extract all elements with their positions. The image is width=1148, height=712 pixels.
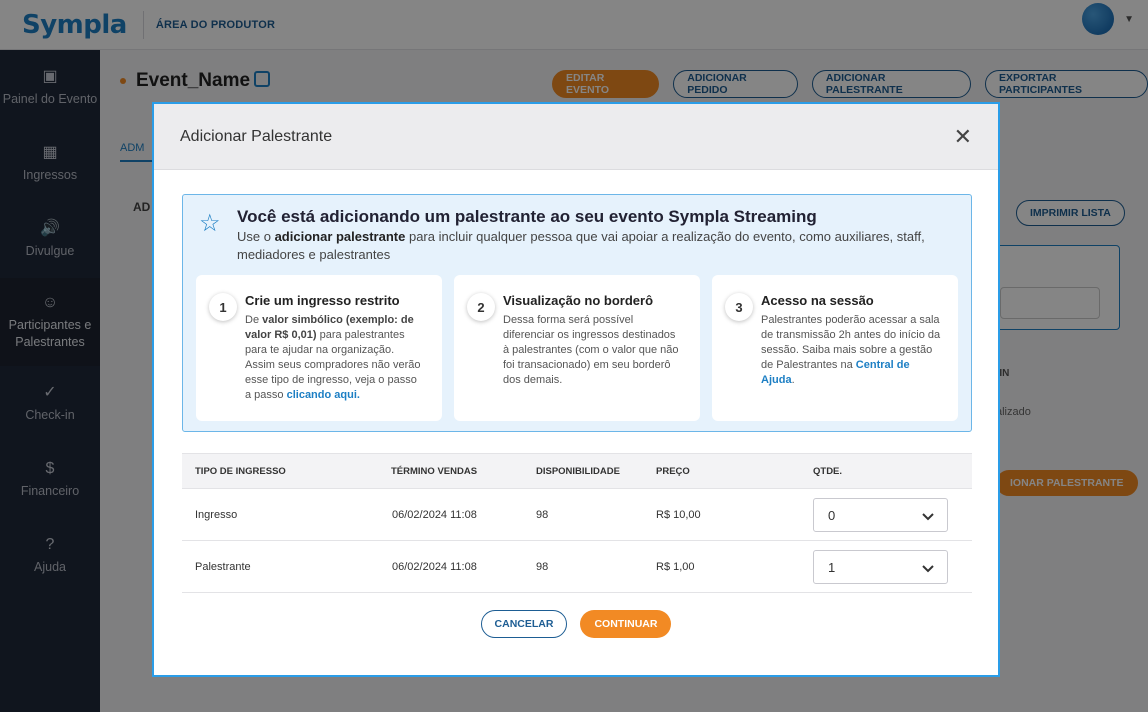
price: R$ 1,00 (656, 561, 695, 573)
step-card: 1 Crie um ingresso restrito De valor sim… (196, 275, 442, 421)
step-text: Dessa forma será possível diferenciar os… (503, 314, 679, 386)
step-title: Crie um ingresso restrito (245, 293, 400, 308)
quantity-value: 1 (828, 560, 836, 575)
modal-header: Adicionar Palestrante ✕ (154, 104, 998, 170)
column-header-qty: QTDE. (813, 466, 843, 477)
quantity-value: 0 (828, 508, 836, 523)
table-row: Ingresso 06/02/2024 11:08 98 R$ 10,00 0 (182, 489, 972, 541)
step-text: De valor simbólico (exemplo: de valor R$… (245, 313, 425, 403)
info-desc-text: Use o (237, 229, 275, 244)
quantity-select[interactable]: 0 (813, 498, 948, 532)
availability: 98 (536, 561, 549, 573)
step-title: Acesso na sessão (761, 293, 874, 308)
column-header-end: TÉRMINO VENDAS (391, 466, 478, 477)
column-header-price: PREÇO (656, 466, 690, 477)
continue-button[interactable]: CONTINUAR (580, 610, 672, 638)
step-text-part: . (791, 374, 795, 386)
step-text: Palestrantes poderão acessar a sala de t… (761, 313, 941, 388)
step-card: 2 Visualização no borderô Dessa forma se… (454, 275, 700, 421)
table-header: TIPO DE INGRESSO TÉRMINO VENDAS DISPONIB… (182, 453, 972, 489)
chevron-down-icon (922, 565, 934, 573)
availability: 98 (536, 509, 549, 521)
modal-actions: CANCELAR CONTINUAR (154, 610, 998, 638)
step-cards: 1 Crie um ingresso restrito De valor sim… (196, 275, 958, 421)
star-icon: ☆ (199, 210, 221, 237)
sales-end: 06/02/2024 11:08 (392, 509, 477, 521)
chevron-down-icon (922, 513, 934, 521)
tickets-table: TIPO DE INGRESSO TÉRMINO VENDAS DISPONIB… (182, 453, 972, 593)
step-text-part: Palestrantes poderão acessar a sala de t… (761, 314, 941, 371)
info-description: Use o adicionar palestrante para incluir… (237, 228, 947, 264)
modal-title: Adicionar Palestrante (180, 127, 333, 145)
step-number: 1 (209, 293, 237, 321)
info-panel: ☆ Você está adicionando um palestrante a… (182, 194, 972, 432)
price: R$ 10,00 (656, 509, 701, 521)
step-card: 3 Acesso na sessão Palestrantes poderão … (712, 275, 958, 421)
step-number: 3 (725, 293, 753, 321)
info-title: Você está adicionando um palestrante ao … (237, 207, 817, 226)
step-title: Visualização no borderô (503, 293, 654, 308)
cancel-button[interactable]: CANCELAR (480, 610, 568, 638)
column-header-type: TIPO DE INGRESSO (195, 466, 286, 477)
sales-end: 06/02/2024 11:08 (392, 561, 477, 573)
column-header-availability: DISPONIBILIDADE (536, 466, 620, 477)
step-text-part: De (245, 314, 263, 326)
step-number: 2 (467, 293, 495, 321)
table-row: Palestrante 06/02/2024 11:08 98 R$ 1,00 … (182, 541, 972, 593)
info-desc-bold: adicionar palestrante (274, 229, 406, 244)
click-here-link[interactable]: clicando aqui. (287, 389, 360, 401)
add-speaker-modal: Adicionar Palestrante ✕ ☆ Você está adic… (152, 102, 1000, 677)
close-icon[interactable]: ✕ (954, 125, 972, 148)
ticket-type: Ingresso (195, 509, 238, 521)
ticket-type: Palestrante (195, 561, 251, 573)
quantity-select[interactable]: 1 (813, 550, 948, 584)
